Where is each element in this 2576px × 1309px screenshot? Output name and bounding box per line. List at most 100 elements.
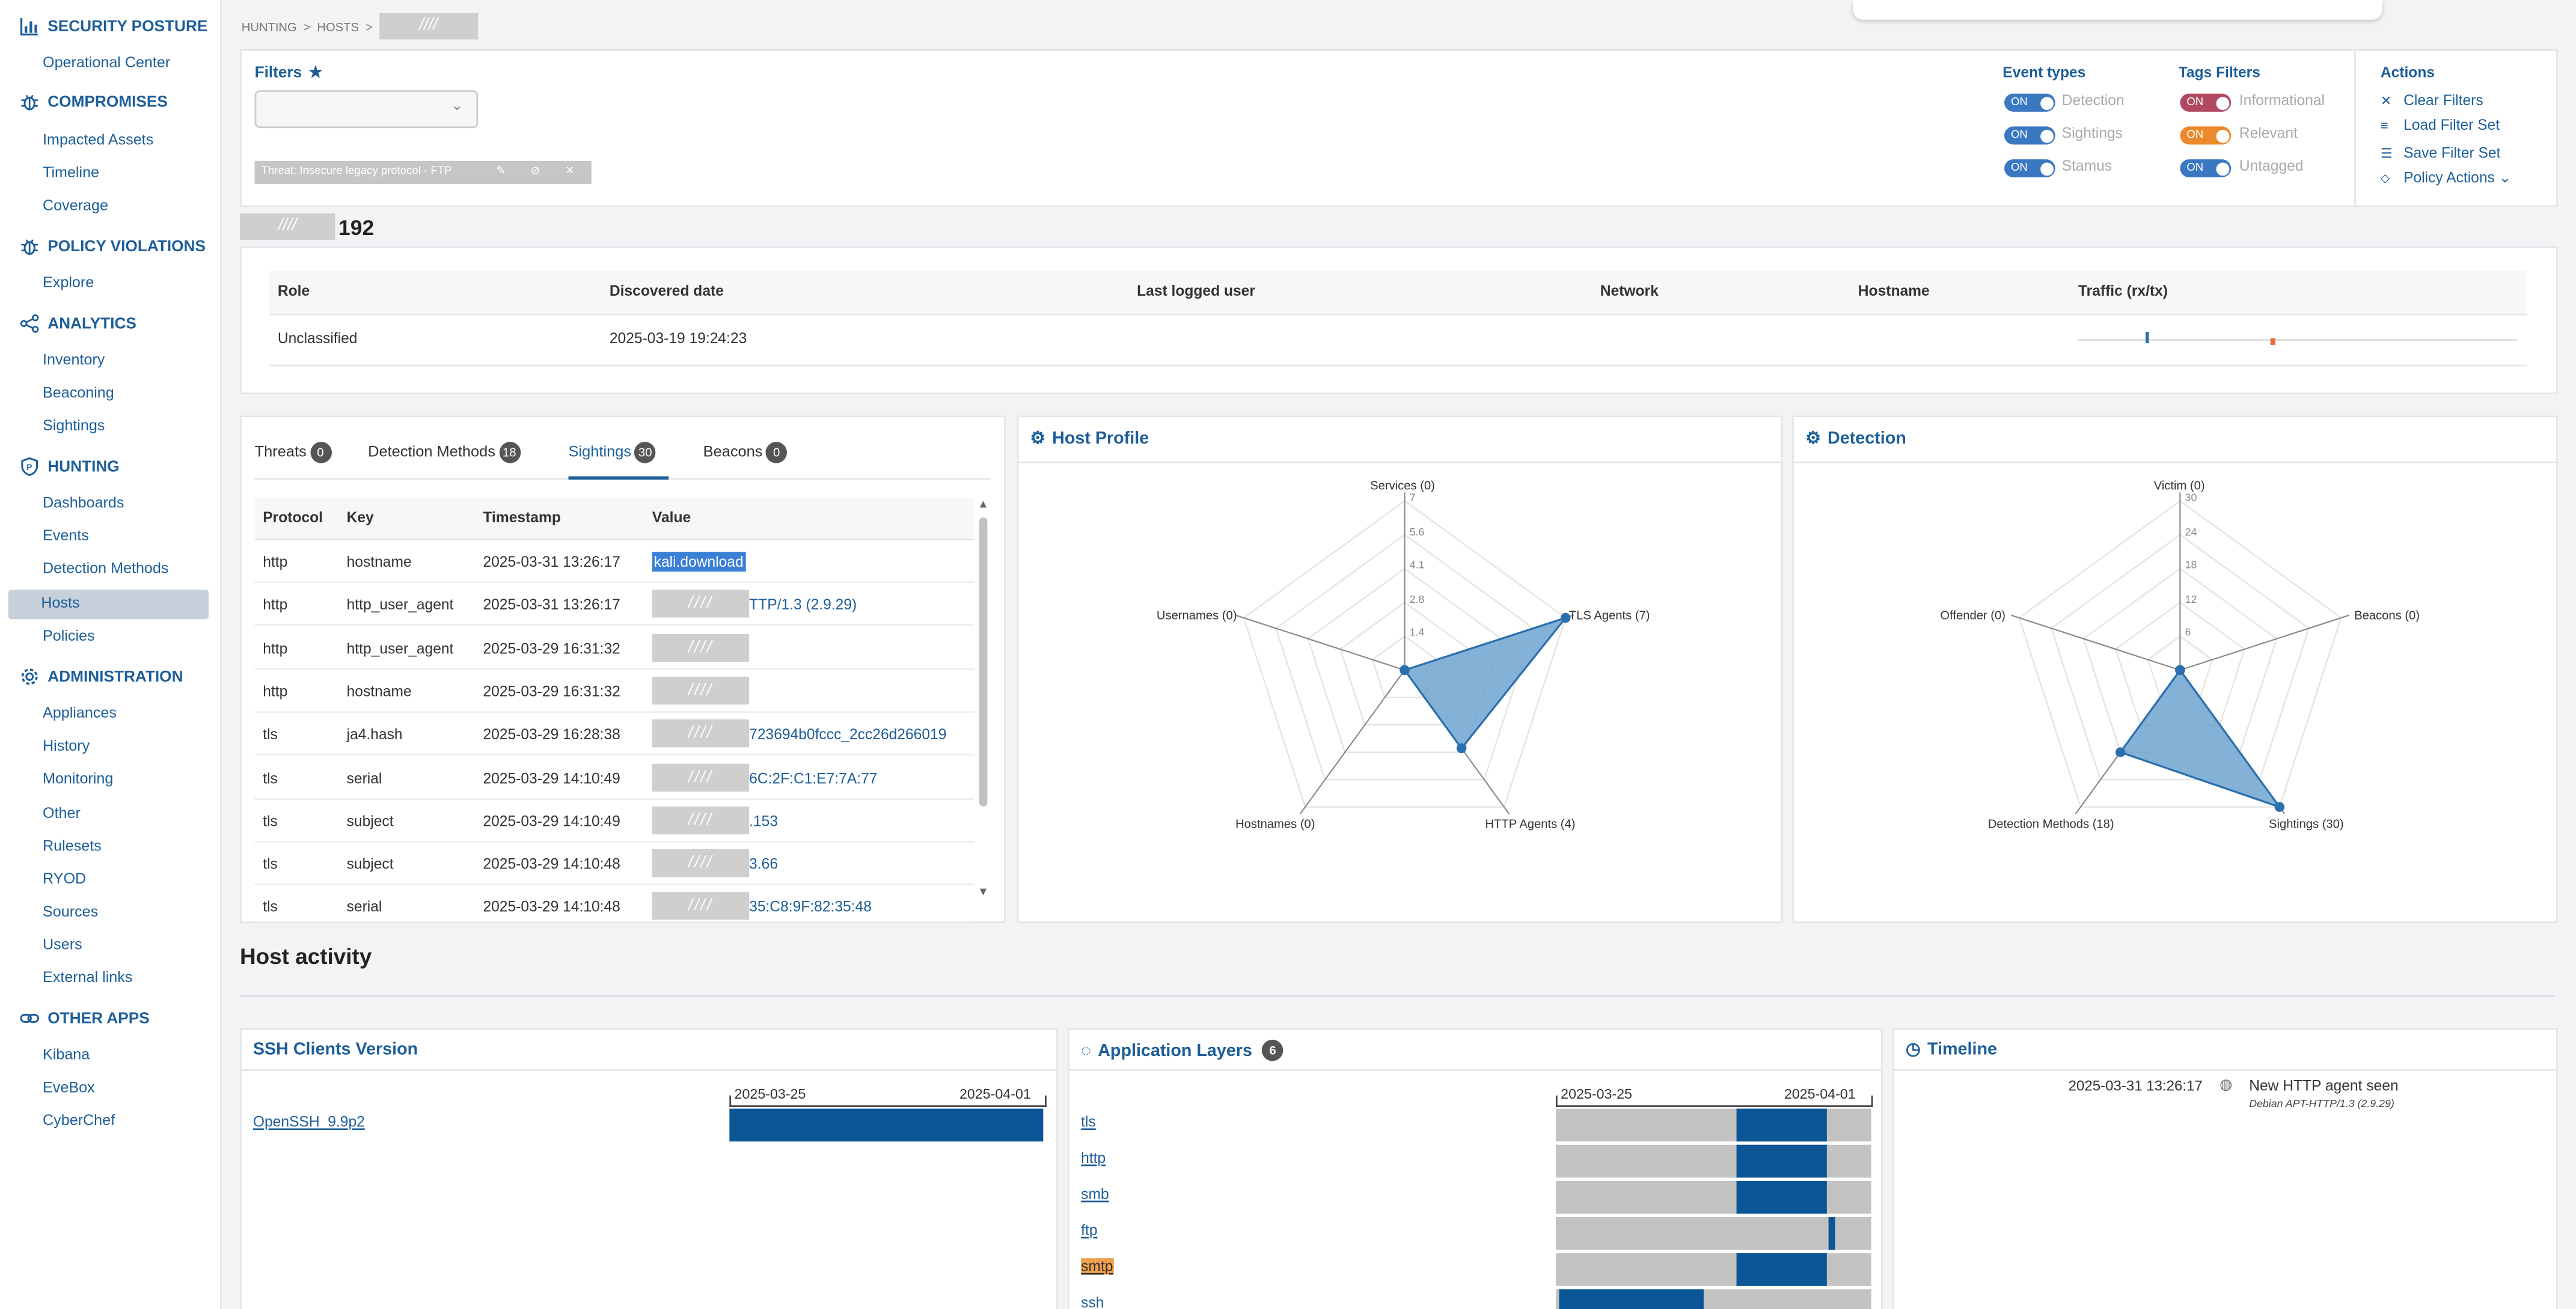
host-column-header[interactable]: Role	[278, 282, 310, 299]
sidebar-item-cyberchef[interactable]: CyberChef	[43, 1112, 115, 1128]
sidebar-item-policies[interactable]: Policies	[43, 627, 95, 644]
radar-point[interactable]	[1457, 743, 1466, 753]
tab-sightings[interactable]: Sightings30	[569, 442, 656, 463]
radar-tick-label: 7	[1410, 493, 1416, 504]
host-column-header[interactable]: Network	[1600, 282, 1659, 299]
toggle-untagged[interactable]: ON	[2180, 159, 2231, 177]
sightings-cell-value[interactable]: 723694b0fccc_2cc26d266019	[749, 726, 946, 742]
sightings-cell-value[interactable]: kali.download	[652, 552, 745, 572]
pin-icon[interactable]: ★	[308, 64, 323, 82]
edit-icon[interactable]: ✎	[496, 161, 506, 184]
app-layer-activity-bar[interactable]	[1737, 1181, 1827, 1214]
app-layer-activity-bar[interactable]	[1737, 1109, 1827, 1142]
toggle-relevant[interactable]: ON	[2180, 126, 2231, 144]
axis-line	[729, 1096, 1046, 1107]
sidebar-item-sightings[interactable]: Sightings	[43, 417, 105, 433]
app-layer-activity-bar[interactable]	[1737, 1145, 1827, 1178]
sightings-column-header[interactable]: Timestamp	[483, 509, 560, 525]
sidebar-item-coverage[interactable]: Coverage	[43, 197, 108, 213]
sidebar-item-users[interactable]: Users	[43, 936, 82, 953]
host-column-header[interactable]: Last logged user	[1137, 282, 1255, 299]
sidebar-item-external-links[interactable]: External links	[43, 969, 132, 985]
save-filter-set-action[interactable]: ☰Save Filter Set	[2381, 144, 2501, 160]
sightings-cell-key: serial	[347, 769, 382, 786]
sightings-cell-value[interactable]: TTP/1.3 (2.9.29)	[749, 597, 857, 613]
sightings-cell-value[interactable]: 35:C8:9F:82:35:48	[749, 899, 872, 915]
radar-point[interactable]	[2175, 665, 2185, 675]
tab-threats[interactable]: Threats0	[255, 442, 331, 463]
sidebar-item-other[interactable]: Other	[43, 805, 81, 821]
app-layer-label[interactable]: ssh	[1081, 1294, 1104, 1309]
sidebar-item-sources[interactable]: Sources	[43, 903, 98, 920]
radar-point[interactable]	[1400, 665, 1409, 675]
sightings-cell-value[interactable]: 6C:2F:C1:E7:7A:77	[749, 769, 877, 786]
filters-panel: Filters ★ ⌄ Threat: Insecure legacy prot…	[240, 49, 2558, 207]
host-column-header[interactable]: Discovered date	[610, 282, 724, 299]
app-layer-activity-bar[interactable]	[1737, 1253, 1827, 1286]
policy-actions-dropdown[interactable]: ⬦Policy Actions ⌄	[2381, 169, 2511, 187]
app-layer-label[interactable]: http	[1081, 1150, 1106, 1166]
sidebar-item-timeline[interactable]: Timeline	[43, 164, 99, 180]
scroll-down-icon[interactable]: ▼	[977, 887, 989, 899]
toggle-sightings[interactable]: ON	[2004, 126, 2055, 144]
sidebar-item-impacted-assets[interactable]: Impacted Assets	[43, 132, 153, 148]
radar-point[interactable]	[2116, 747, 2125, 757]
sightings-column-header[interactable]: Protocol	[263, 509, 323, 525]
sidebar-item-events[interactable]: Events	[43, 527, 89, 543]
tab-beacons[interactable]: Beacons0	[703, 442, 788, 463]
host-profile-radar	[1018, 463, 1781, 921]
load-filter-set-action[interactable]: ≡Load Filter Set	[2381, 117, 2500, 133]
app-layer-activity-bar[interactable]	[1829, 1217, 1835, 1250]
sidebar-item-operational-center[interactable]: Operational Center	[43, 54, 170, 70]
filter-chip[interactable]: Threat: Insecure legacy protocol - FTP ✎…	[255, 161, 592, 184]
sidebar-item-beaconing[interactable]: Beaconing	[43, 384, 114, 400]
filter-chip-label: Threat: Insecure legacy protocol - FTP	[262, 166, 452, 177]
sidebar-item-history[interactable]: History	[43, 737, 90, 754]
sidebar-item-evebox[interactable]: EveBox	[43, 1079, 95, 1095]
sightings-cell-value[interactable]: 3.66	[749, 856, 778, 872]
toggle-stamus[interactable]: ON	[2004, 159, 2055, 177]
ssh-activity-bar[interactable]	[729, 1109, 1043, 1142]
sightings-cell-value[interactable]: .153	[749, 813, 778, 829]
filter-select[interactable]: ⌄	[255, 90, 479, 128]
app-layer-label[interactable]: ftp	[1081, 1222, 1097, 1238]
radar-area	[2120, 670, 2280, 807]
sidebar-section-hunting: PHUNTING	[20, 457, 120, 477]
sightings-column-header[interactable]: Key	[347, 509, 374, 525]
host-column-header[interactable]: Hostname	[1858, 282, 1930, 299]
breadcrumb-hosts[interactable]: HOSTS	[317, 19, 359, 34]
sightings-column-header[interactable]: Value	[652, 509, 691, 525]
host-ip-suffix: 192	[338, 215, 374, 239]
scroll-up-icon[interactable]: ▲	[977, 499, 989, 511]
disable-icon[interactable]: ⊘	[531, 161, 540, 184]
app-layer-label[interactable]: smtp	[1081, 1258, 1113, 1274]
svg-text:P: P	[26, 463, 32, 472]
sidebar-item-inventory[interactable]: Inventory	[43, 352, 105, 368]
timeline-panel: ◷ Timeline 2025-03-31 13:26:17 ◍ New HTT…	[1892, 1028, 2558, 1309]
sidebar-item-kibana[interactable]: Kibana	[43, 1046, 90, 1063]
ssh-client-label[interactable]: OpenSSH_9.9p2	[253, 1114, 365, 1130]
toggle-detection[interactable]: ON	[2004, 94, 2055, 112]
sidebar-item-appliances[interactable]: Appliances	[43, 704, 117, 721]
clear-filters-action[interactable]: ✕Clear Filters	[2381, 92, 2483, 108]
host-column-header[interactable]: Traffic (rx/tx)	[2078, 282, 2168, 299]
scrollbar[interactable]: ▲ ▼	[979, 506, 989, 900]
breadcrumb-hunting[interactable]: HUNTING	[242, 19, 297, 34]
radar-point[interactable]	[2275, 802, 2284, 812]
sidebar-item-monitoring[interactable]: Monitoring	[43, 770, 113, 787]
sidebar-item-explore[interactable]: Explore	[43, 274, 94, 290]
scroll-thumb[interactable]	[979, 517, 988, 807]
app-layer-activity-bar[interactable]	[1559, 1289, 1703, 1309]
panel-divider	[1894, 1069, 2556, 1071]
sidebar-item-rulesets[interactable]: Rulesets	[43, 838, 102, 854]
app-layer-label[interactable]: smb	[1081, 1186, 1109, 1202]
sidebar-item-detection-methods[interactable]: Detection Methods	[43, 560, 168, 576]
filters-title: Filters ★	[255, 64, 323, 82]
toggle-informational[interactable]: ON	[2180, 94, 2231, 112]
sidebar-item-dashboards[interactable]: Dashboards	[43, 495, 124, 511]
close-icon[interactable]: ✕	[565, 161, 575, 184]
sidebar-item-hosts[interactable]: Hosts	[8, 590, 209, 619]
app-layer-label[interactable]: tls	[1081, 1114, 1096, 1130]
tab-detection-methods[interactable]: Detection Methods18	[368, 442, 520, 463]
sidebar-item-ryod[interactable]: RYOD	[43, 870, 86, 886]
